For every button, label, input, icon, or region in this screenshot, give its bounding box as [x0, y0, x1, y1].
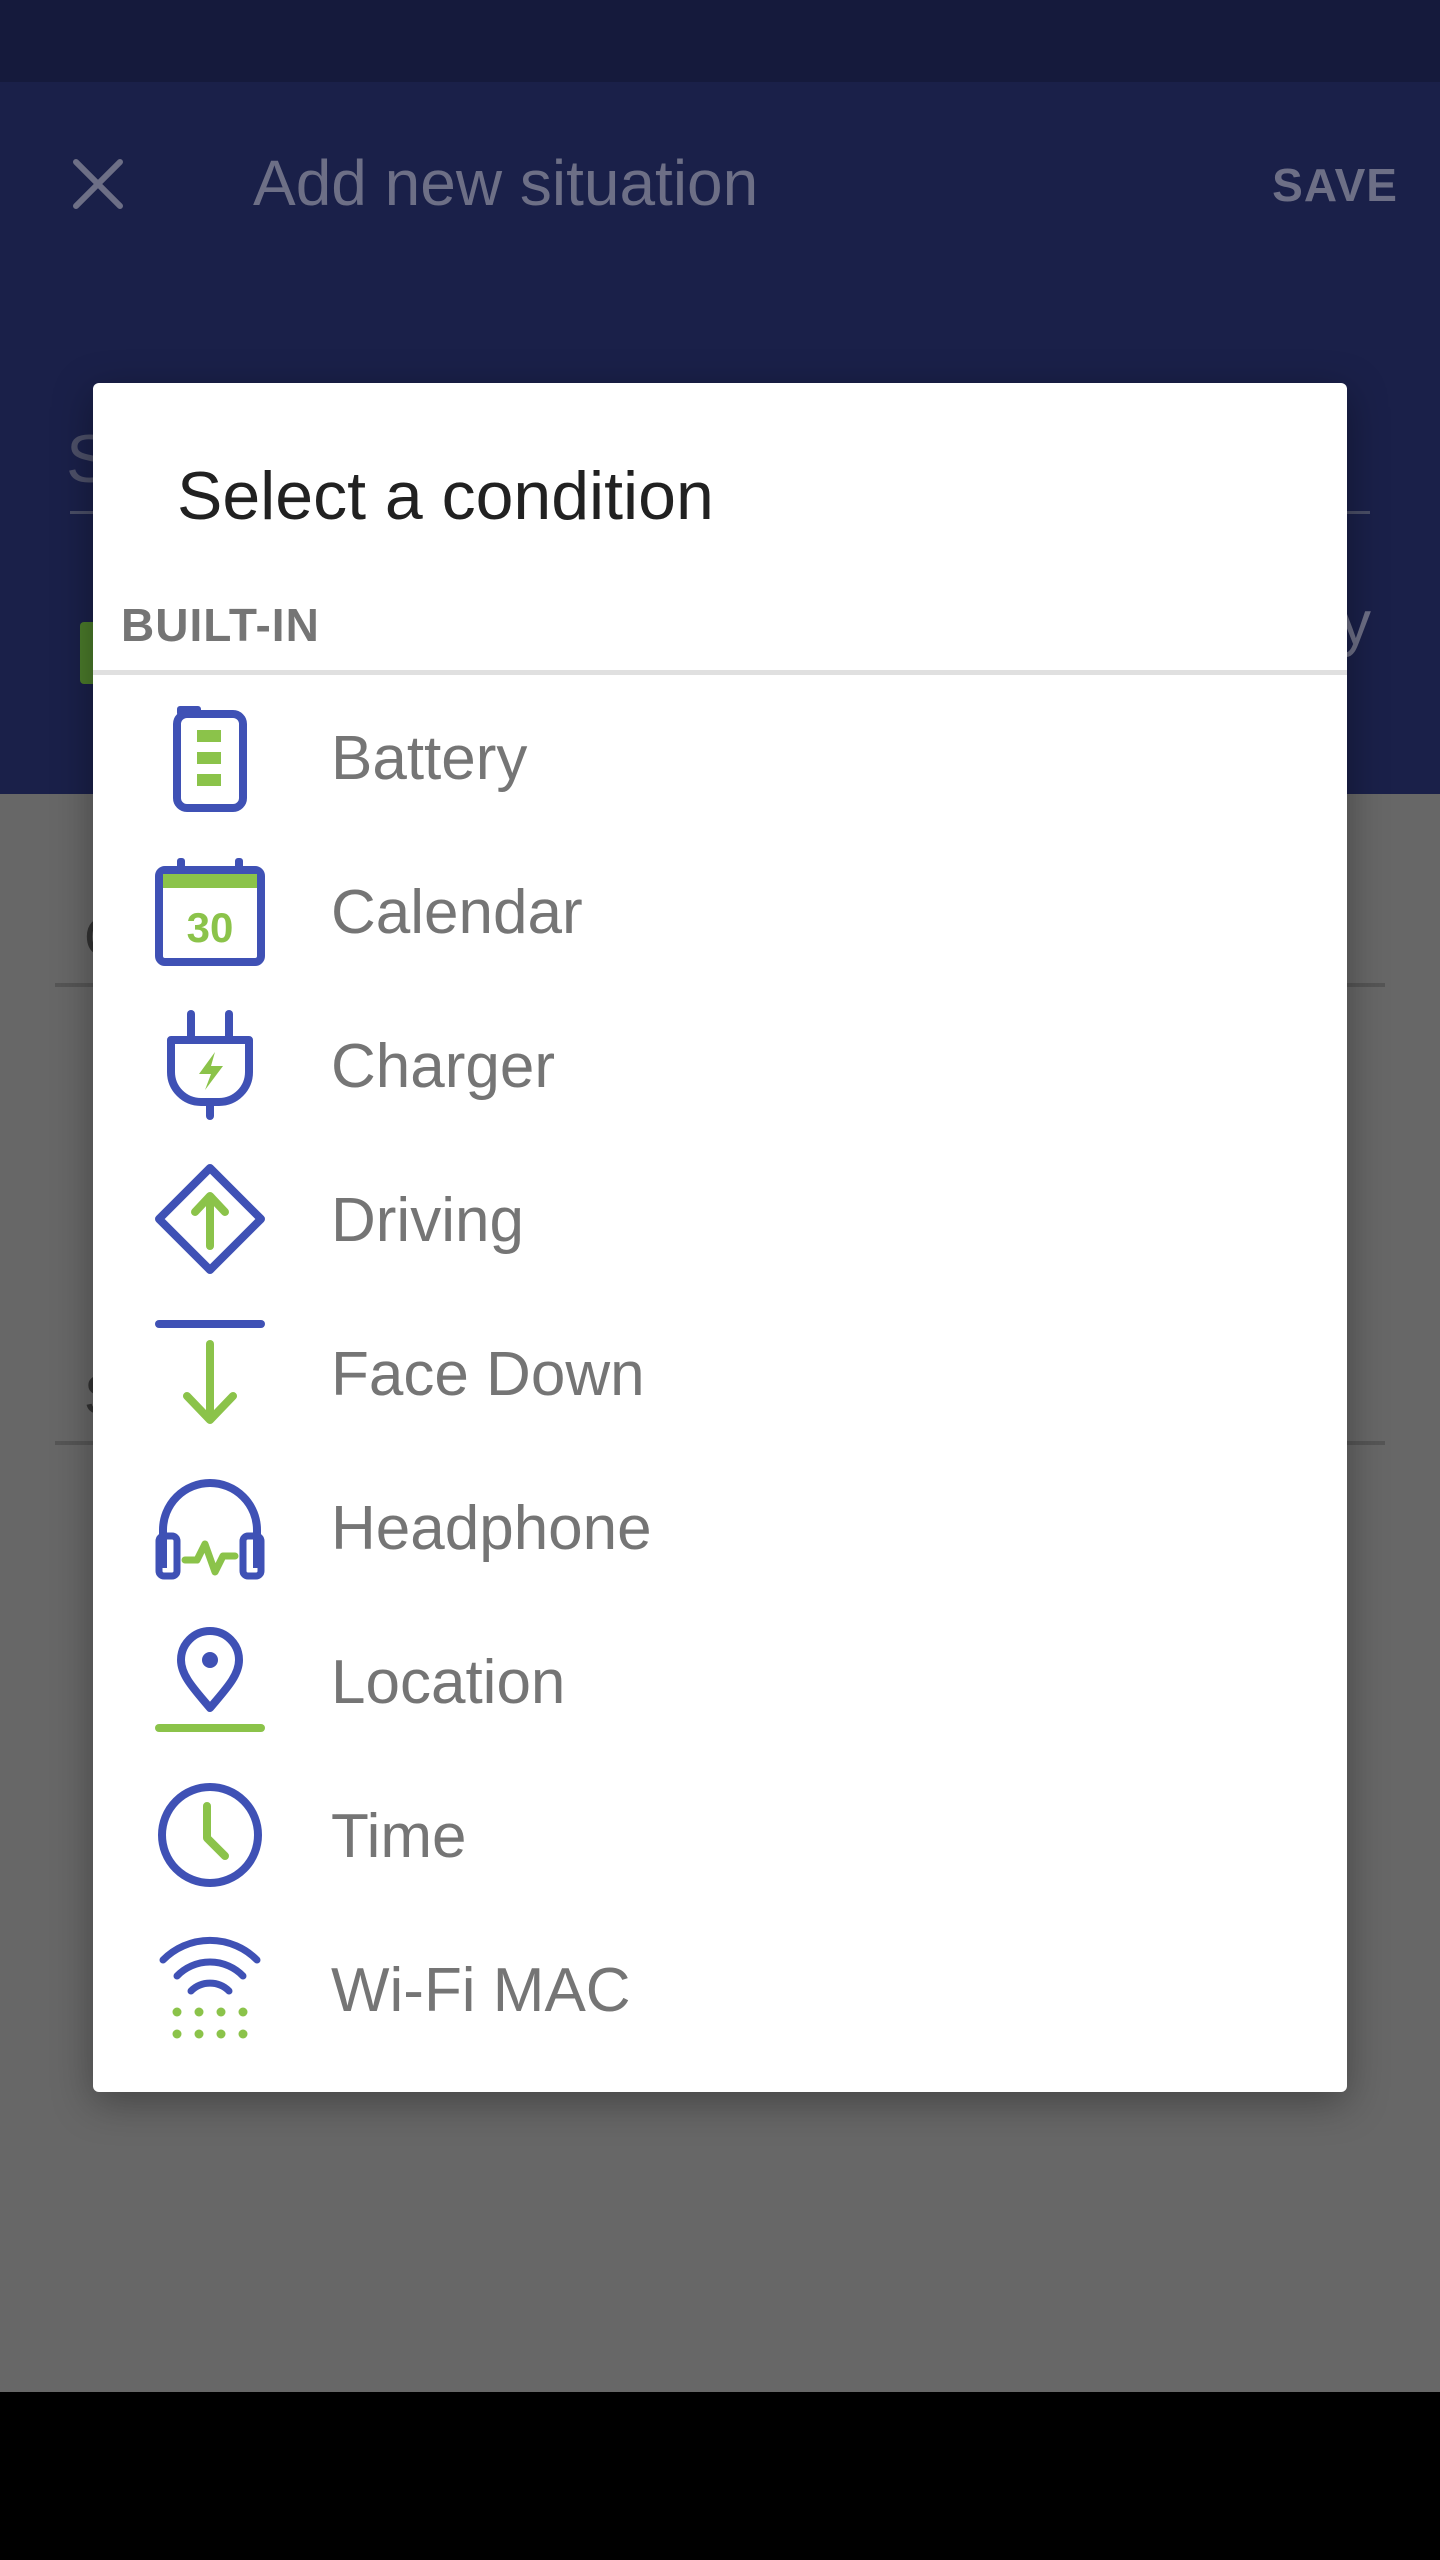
condition-label-time: Time — [331, 1802, 467, 1871]
condition-item-time[interactable]: Time — [93, 1757, 1347, 1911]
save-button[interactable]: SAVE — [1272, 158, 1398, 212]
condition-label-charger: Charger — [331, 1032, 555, 1101]
calendar-icon-number: 30 — [187, 904, 234, 951]
condition-item-battery[interactable]: Battery — [93, 679, 1347, 833]
calendar-icon: 30 — [155, 856, 265, 966]
condition-item-driving[interactable]: Driving — [93, 1141, 1347, 1295]
condition-item-face-down[interactable]: Face Down — [93, 1295, 1347, 1449]
section-divider — [93, 670, 1347, 675]
status-bar — [0, 0, 1440, 82]
close-icon — [73, 159, 123, 209]
location-pin-icon — [155, 1626, 265, 1736]
page-title: Add new situation — [253, 147, 759, 219]
close-button[interactable] — [62, 148, 134, 220]
condition-label-headphone: Headphone — [331, 1494, 652, 1563]
section-header-built-in: BUILT-IN — [121, 599, 320, 651]
condition-item-charger[interactable]: Charger — [93, 987, 1347, 1141]
dialog-title: Select a condition — [177, 458, 714, 534]
condition-item-wifi-mac[interactable]: Wi-Fi MAC — [93, 1911, 1347, 2065]
headphone-icon — [155, 1472, 265, 1582]
select-condition-dialog: Select a condition BUILT-IN Battery 30 C… — [93, 383, 1347, 2092]
condition-label-driving: Driving — [331, 1186, 524, 1255]
face-down-arrow-icon — [155, 1318, 265, 1428]
screen: Add new situation SAVE S y C S Select a … — [0, 0, 1440, 2560]
navigation-bar — [0, 2392, 1440, 2560]
driving-sign-icon — [155, 1164, 265, 1274]
condition-item-location[interactable]: Location — [93, 1603, 1347, 1757]
battery-icon — [155, 702, 265, 812]
condition-label-calendar: Calendar — [331, 878, 583, 947]
condition-label-battery: Battery — [331, 724, 528, 793]
condition-label-location: Location — [331, 1648, 566, 1717]
clock-icon — [155, 1780, 265, 1890]
condition-label-wifi-mac: Wi-Fi MAC — [331, 1956, 631, 2025]
condition-label-face-down: Face Down — [331, 1340, 645, 1409]
condition-item-headphone[interactable]: Headphone — [93, 1449, 1347, 1603]
condition-item-calendar[interactable]: 30 Calendar — [93, 833, 1347, 987]
wifi-icon — [155, 1934, 265, 2044]
condition-list: Battery 30 Calendar Charger Driving Face… — [93, 679, 1347, 2065]
charger-plug-icon — [155, 1010, 265, 1120]
